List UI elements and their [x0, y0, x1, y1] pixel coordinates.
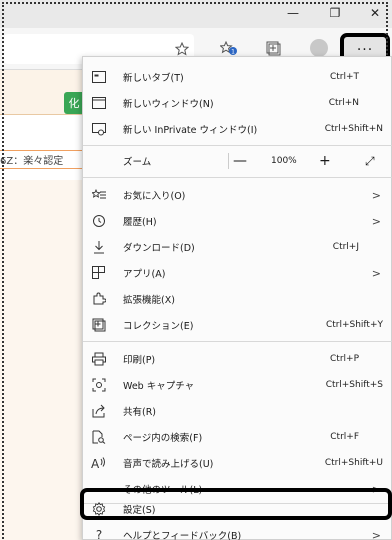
menu-item-new-inprivate[interactable]: 新しい InPrivate ウィンドウ(I) Ctrl+Shift+N: [83, 117, 392, 141]
zoom-divider: [228, 153, 229, 169]
menu-separator: [83, 177, 392, 178]
menu-item-collections[interactable]: コレクション(E) Ctrl+Shift+Y: [83, 313, 392, 337]
menu-item-label: 履歴(H): [123, 217, 157, 228]
menu-item-shortcut: Ctrl+F: [330, 432, 359, 442]
menu-separator: [83, 341, 392, 342]
fullscreen-icon[interactable]: ⤢: [365, 154, 375, 169]
menu-item-label: 拡張機能(X): [123, 295, 175, 306]
chevron-right-icon: >: [371, 528, 381, 540]
menu-item-shortcut: Ctrl+N: [328, 98, 359, 108]
find-on-page-icon: [91, 429, 107, 445]
svg-text:1: 1: [231, 49, 235, 56]
gear-icon: [91, 501, 107, 517]
menu-item-apps[interactable]: アプリ(A) >: [83, 261, 392, 285]
menu-item-label: ダウンロード(D): [123, 243, 195, 254]
menu-item-shortcut: Ctrl+Shift+Y: [325, 320, 383, 330]
menu-item-label: ヘルプとフィードバック(B): [123, 531, 242, 540]
settings-menu: 新しいタブ(T) Ctrl+T 新しいウィンドウ(N) Ctrl+N 新しい I…: [82, 56, 392, 540]
web-capture-icon: [91, 377, 107, 393]
menu-item-help[interactable]: ? ヘルプとフィードバック(B) >: [83, 523, 392, 540]
apps-icon: [91, 265, 107, 281]
profile-icon[interactable]: [310, 39, 328, 57]
menu-item-shortcut: Ctrl+J: [332, 242, 359, 252]
menu-item-label: 共有(R): [123, 407, 157, 418]
menu-item-print[interactable]: 印刷(P) Ctrl+P: [83, 347, 392, 371]
menu-item-label: 印刷(P): [123, 355, 156, 366]
maximize-button[interactable]: ❐: [320, 0, 350, 26]
chevron-right-icon: >: [371, 266, 381, 280]
menu-item-label: お気に入り(O): [123, 191, 186, 202]
menu-item-find[interactable]: ページ内の検索(F) Ctrl+F: [83, 425, 392, 449]
menu-item-shortcut: Ctrl+Shift+S: [325, 380, 383, 390]
menu-item-new-tab[interactable]: 新しいタブ(T) Ctrl+T: [83, 65, 392, 89]
menu-item-shortcut: Ctrl+Shift+N: [324, 124, 383, 134]
title-bar: — ❐ ✕: [0, 0, 392, 28]
menu-item-extensions[interactable]: 拡張機能(X): [83, 287, 392, 311]
chevron-right-icon: >: [371, 188, 381, 202]
favorites-list-icon: [91, 187, 107, 203]
chevron-right-icon: >: [371, 482, 381, 496]
minimize-button[interactable]: —: [278, 0, 308, 26]
menu-item-shortcut: Ctrl+P: [330, 354, 359, 364]
page-body-area: [0, 180, 82, 540]
menu-item-label: アプリ(A): [123, 269, 166, 280]
share-icon: [91, 403, 107, 419]
menu-item-history[interactable]: 履歴(H) >: [83, 209, 392, 233]
menu-item-label: 音声で読み上げる(U): [123, 459, 214, 470]
menu-item-downloads[interactable]: ダウンロード(D) Ctrl+J: [83, 235, 392, 259]
menu-item-label: 新しいタブ(T): [123, 73, 184, 84]
chevron-right-icon: >: [371, 214, 381, 228]
close-icon: ✕: [369, 6, 381, 20]
close-button[interactable]: ✕: [360, 0, 390, 26]
history-icon: [91, 213, 107, 229]
page-green-button[interactable]: 化: [64, 92, 84, 114]
menu-item-label: ページ内の検索(F): [123, 433, 203, 444]
menu-item-label: Web キャプチャ: [123, 381, 195, 392]
menu-item-read-aloud[interactable]: A 音声で読み上げる(U) Ctrl+Shift+U: [83, 451, 392, 475]
menu-separator: [83, 145, 392, 146]
menu-item-shortcut: Ctrl+T: [329, 72, 359, 82]
menu-item-label: 設定(S): [123, 505, 156, 516]
zoom-value: 100%: [271, 156, 297, 166]
download-icon: [91, 239, 107, 255]
new-tab-icon: [91, 69, 107, 85]
menu-item-label: 新しい InPrivate ウィンドウ(I): [123, 125, 258, 136]
zoom-in-button[interactable]: +: [319, 153, 331, 169]
menu-item-shortcut: Ctrl+Shift+U: [324, 458, 383, 468]
menu-item-label: コレクション(E): [123, 321, 194, 332]
extensions-icon: [91, 291, 107, 307]
page-text-line: 6Z：楽々認定: [0, 156, 64, 167]
svg-text:A: A: [91, 457, 100, 470]
page-divider: [0, 150, 82, 151]
window-icon: [91, 95, 107, 111]
menu-item-settings[interactable]: 設定(S): [83, 497, 392, 521]
page-green-button-label: 化: [68, 97, 80, 110]
read-aloud-icon: A: [91, 455, 107, 471]
print-icon: [91, 351, 107, 367]
menu-item-label: その他のツール(L): [123, 485, 203, 496]
maximize-icon: ❐: [329, 6, 341, 20]
menu-item-new-window[interactable]: 新しいウィンドウ(N) Ctrl+N: [83, 91, 392, 115]
menu-item-favorites[interactable]: お気に入り(O) >: [83, 183, 392, 207]
menu-item-label: 新しいウィンドウ(N): [123, 99, 214, 110]
collections-icon: [91, 317, 107, 333]
page-divider: [0, 168, 82, 169]
menu-item-web-capture[interactable]: Web キャプチャ Ctrl+Shift+S: [83, 373, 392, 397]
help-icon: ?: [95, 528, 103, 540]
menu-item-zoom: ズーム — 100% + ⤢: [83, 149, 392, 173]
menu-item-share[interactable]: 共有(R): [83, 399, 392, 423]
inprivate-icon: [91, 121, 107, 137]
zoom-label: ズーム: [123, 157, 152, 168]
minimize-icon: —: [287, 6, 299, 20]
zoom-out-button[interactable]: —: [233, 153, 247, 169]
